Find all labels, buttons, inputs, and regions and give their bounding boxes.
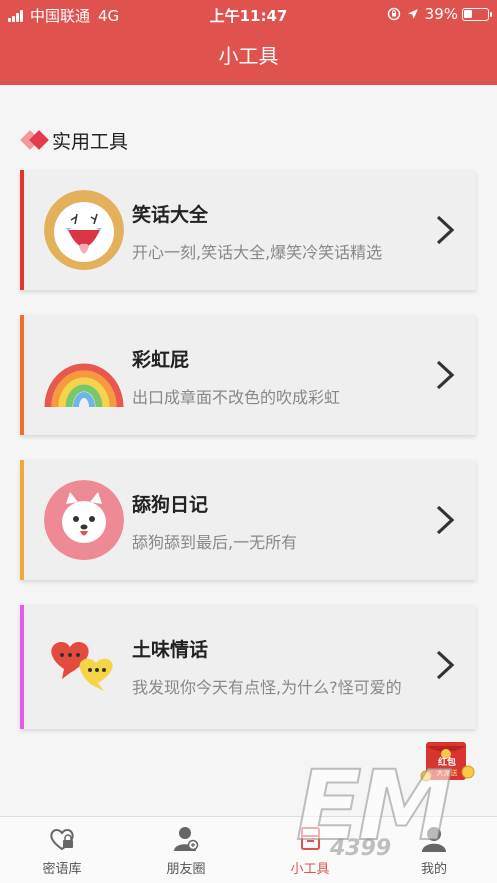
tool-description: 我发现你今天有点怪,为什么?怪可爱的 — [132, 678, 402, 697]
tool-card-rainbow[interactable]: 彩虹屁 出口成章面不改色的吹成彩虹 — [20, 315, 476, 435]
tab-label: 密语库 — [42, 862, 82, 877]
tool-description: 开心一刻,笑话大全,爆笑冷笑话精选 — [132, 243, 383, 262]
tool-description: 出口成章面不改色的吹成彩虹 — [132, 388, 341, 407]
watermark-small: 4399 — [330, 836, 392, 861]
tool-title: 舔狗日记 — [132, 494, 209, 516]
heart-chat-icon — [44, 625, 124, 705]
tool-title: 土味情话 — [132, 639, 209, 661]
tool-title: 笑话大全 — [132, 204, 209, 226]
chevron-right-icon — [436, 215, 455, 245]
diamond-icon — [20, 126, 52, 154]
card-accent-bar — [20, 170, 24, 290]
card-accent-bar — [20, 605, 24, 729]
app-header: 中国联通 4G 上午11:47 39% 小工具 — [0, 0, 497, 85]
watermark: EM 4399 — [295, 757, 454, 861]
section-heading: 实用工具 — [20, 126, 128, 154]
tool-title: 彩虹屁 — [132, 349, 190, 371]
heart-lock-icon — [50, 829, 74, 851]
laughing-face-icon — [44, 190, 124, 270]
battery-percent: 39% — [424, 5, 458, 23]
tool-description: 舔狗舔到最后,一无所有 — [132, 533, 298, 552]
rotation-lock-icon — [387, 7, 400, 21]
rainbow-icon — [44, 335, 124, 415]
chevron-right-icon — [436, 360, 455, 390]
tool-card-jokes[interactable]: 笑话大全 开心一刻,笑话大全,爆笑冷笑话精选 — [20, 170, 476, 290]
tool-card-dog-diary[interactable]: 舔狗日记 舔狗舔到最后,一无所有 — [20, 460, 476, 580]
dog-icon — [44, 480, 124, 560]
friends-icon — [174, 827, 199, 851]
page-title: 小工具 — [218, 44, 279, 68]
card-accent-bar — [20, 315, 24, 435]
battery-icon — [462, 7, 492, 21]
status-bar: 中国联通 4G 上午11:47 39% — [0, 0, 497, 28]
tab-friends[interactable]: 朋友圈 — [136, 817, 236, 883]
card-accent-bar — [20, 460, 24, 580]
section-title: 实用工具 — [52, 130, 129, 153]
tool-card-love-lines[interactable]: 土味情话 我发现你今天有点怪,为什么?怪可爱的 — [20, 605, 476, 729]
chevron-right-icon — [436, 650, 455, 680]
tab-label: 朋友圈 — [166, 862, 206, 877]
tab-password-library[interactable]: 密语库 — [12, 817, 112, 883]
location-icon — [407, 9, 418, 19]
chevron-right-icon — [436, 505, 455, 535]
